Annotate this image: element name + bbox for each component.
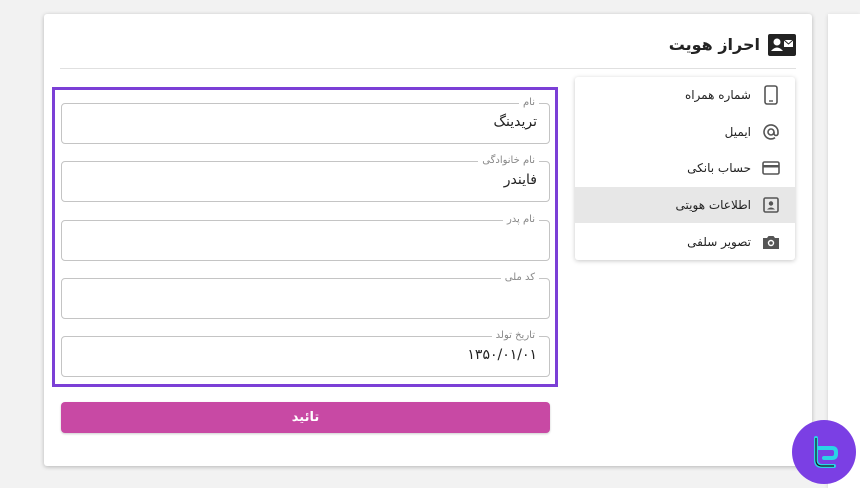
field-value: تریدینگ [493, 114, 537, 130]
menu-item-email[interactable]: ایمیل [575, 114, 795, 151]
menu-item-identity-info[interactable]: اطلاعات هویتی [575, 186, 795, 224]
menu-item-label: حساب بانکی [687, 161, 751, 176]
menu-item-label: ایمیل [724, 124, 751, 139]
national-code-field[interactable]: کد ملی [61, 271, 550, 319]
identity-card: احراز هویت شماره همراه ایمیل حساب بانکی … [44, 14, 812, 466]
page-header: احراز هویت [60, 32, 796, 69]
brand-logo [792, 420, 856, 484]
id-card-icon [768, 34, 796, 56]
last-name-field[interactable]: نام خانوادگی فایندر [61, 154, 550, 202]
menu-item-bank-account[interactable]: حساب بانکی [575, 150, 795, 187]
side-panel-edge [828, 14, 860, 488]
submit-button[interactable]: تائید [61, 402, 550, 433]
field-label: تاریخ تولد [491, 329, 539, 343]
field-label: کد ملی [500, 271, 539, 285]
field-label: نام پدر [502, 213, 539, 227]
at-icon [761, 122, 781, 142]
phone-icon [761, 85, 781, 106]
menu-item-selfie[interactable]: تصویر سلفی [575, 223, 795, 260]
birth-date-field[interactable]: تاریخ تولد ۱۳۵۰/۰۱/۰۱ [61, 329, 550, 377]
menu-item-label: تصویر سلفی [687, 234, 751, 249]
credit-card-icon [761, 158, 781, 178]
camera-icon [761, 232, 781, 252]
profile-card-icon [761, 195, 781, 215]
menu-item-mobile[interactable]: شماره همراه [575, 77, 795, 114]
page-title: احراز هویت [668, 35, 760, 54]
first-name-field[interactable]: نام تریدینگ [61, 96, 550, 144]
menu-item-label: شماره همراه [684, 88, 751, 103]
field-label: نام [518, 96, 539, 110]
menu-item-label: اطلاعات هویتی [675, 198, 751, 213]
field-label: نام خانوادگی [478, 154, 539, 168]
identity-form: نام تریدینگ نام خانوادگی فایندر نام پدر … [52, 87, 558, 387]
field-value: ۱۳۵۰/۰۱/۰۱ [467, 347, 537, 363]
field-value: فایندر [503, 172, 537, 188]
side-menu: شماره همراه ایمیل حساب بانکی اطلاعات هوی… [575, 77, 795, 260]
logo-icon [814, 436, 838, 468]
father-name-field[interactable]: نام پدر [61, 213, 550, 261]
